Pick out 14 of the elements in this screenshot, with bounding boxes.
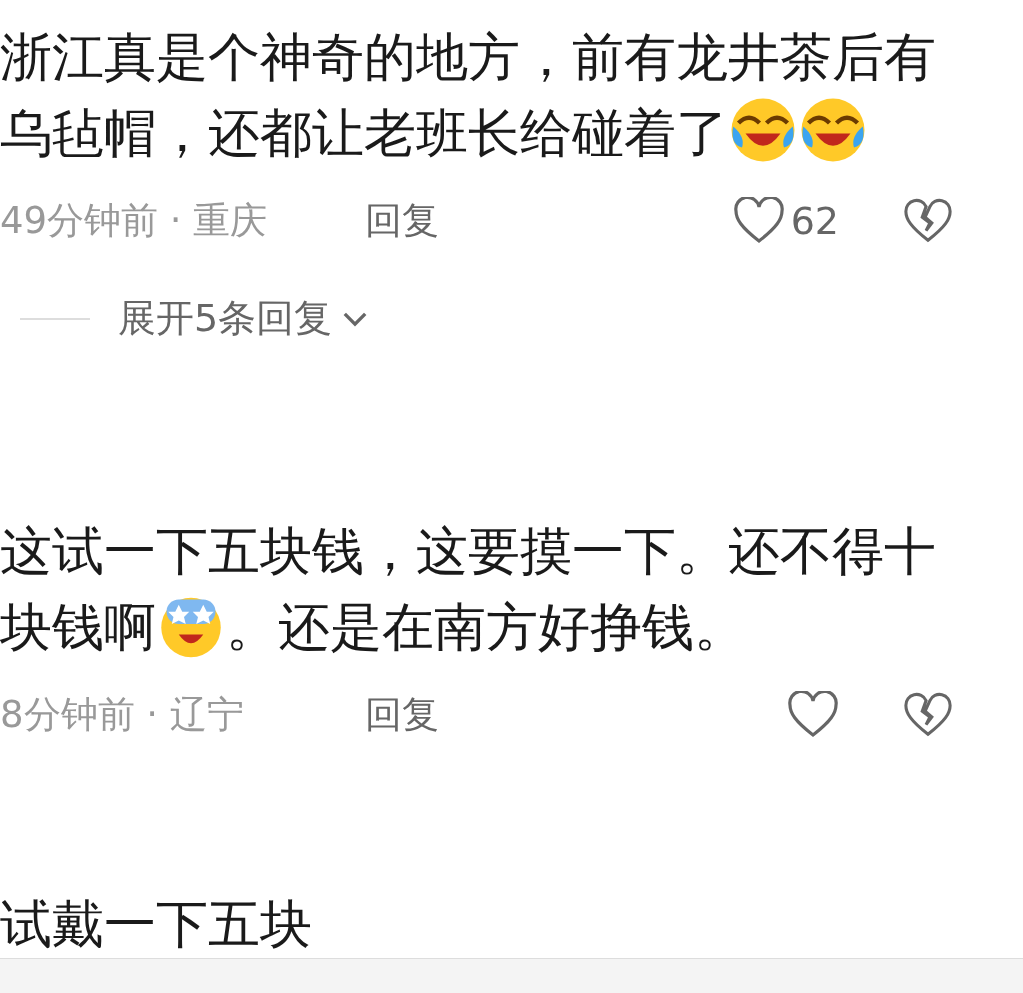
comment-text: 试戴一下五块 [0,893,313,956]
like-button[interactable] [787,691,839,739]
broken-heart-icon[interactable] [903,691,953,739]
heart-icon [732,197,785,245]
comment-meta: 49分钟前 · 重庆 [0,198,269,244]
like-button[interactable]: 62 [732,197,839,245]
comment-text: 浙江真是个神奇的地方，前有龙井茶后有乌毡帽，还都让老班长给碰着了 [0,26,937,167]
reply-button[interactable]: 回复 [365,690,439,740]
expand-replies-button[interactable]: 展开5条回复 [118,293,373,344]
reply-button[interactable]: 回复 [365,196,439,246]
heart-icon [787,691,839,739]
comment-meta: 8分钟前 · 辽宁 [0,692,245,738]
comment-text: 这试一下五块钱，这要摸一下。还不得十块钱啊 。还是在南方好挣钱。 [0,520,937,661]
broken-heart-icon[interactable] [903,197,953,245]
